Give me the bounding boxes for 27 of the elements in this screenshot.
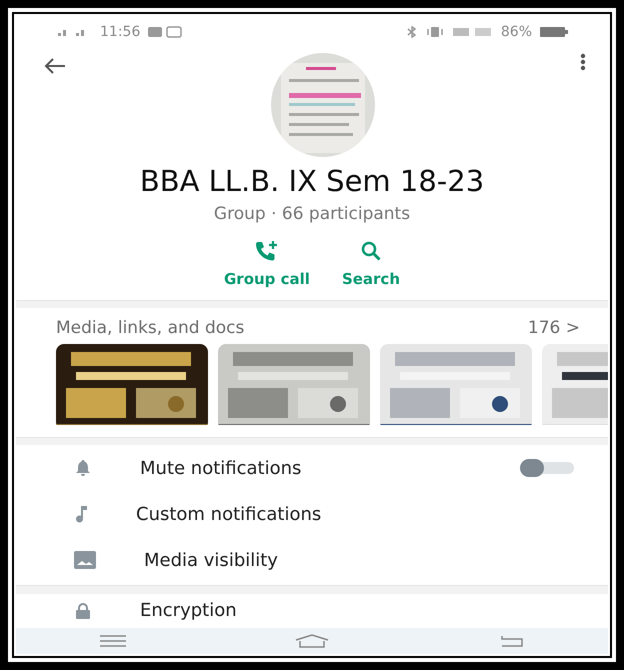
setting-label[interactable]: Encryption [140,600,574,622]
bell-icon [74,459,92,478]
media-count-link[interactable]: 176 > [528,318,580,338]
more-options-icon[interactable] [580,52,586,71]
clock-time: 11:56 [100,24,140,40]
setting-label[interactable]: Mute notifications [140,458,520,479]
bluetooth-icon [406,26,417,38]
group-subtitle: Group · 66 participants [212,204,412,224]
search-button[interactable]: Search [338,240,404,288]
image-icon [74,551,96,570]
toggle-switch[interactable] [520,459,574,478]
notification-icon [148,26,182,38]
setting-label[interactable]: Media visibility [144,550,574,571]
menu-icon[interactable] [100,634,126,647]
home-icon[interactable] [294,634,330,648]
group-call-button[interactable]: Group call [220,240,314,288]
lock-icon [74,602,92,620]
phone-plus-icon [254,240,280,262]
back-arrow-icon[interactable] [44,56,66,75]
battery-percent: 86% [500,24,532,40]
music-note-icon [74,505,88,524]
group-name: BBA LL.B. IX Sem 18-23 [138,164,486,198]
setting-label[interactable]: Custom notifications [136,504,574,525]
search-icon [360,240,382,262]
vibrate-icon [424,26,445,38]
battery-icon [540,27,568,38]
media-section-title: Media, links, and docs [56,318,244,338]
